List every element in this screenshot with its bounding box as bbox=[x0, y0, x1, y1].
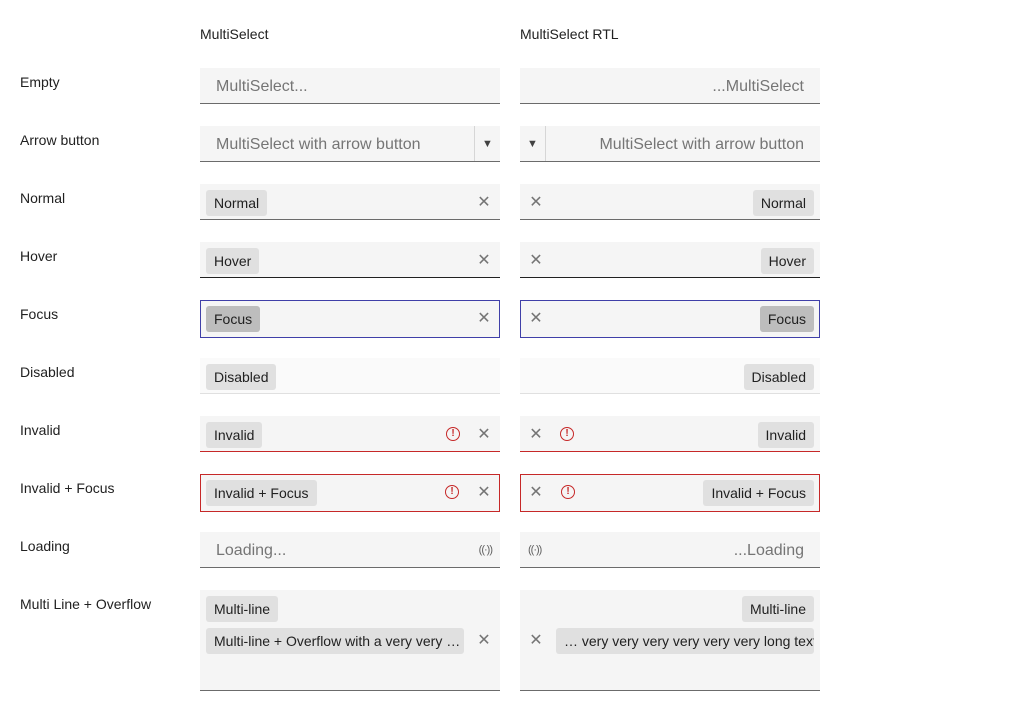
placeholder: MultiSelect... bbox=[216, 78, 308, 95]
chip[interactable]: Invalid + Focus bbox=[206, 480, 317, 506]
clear-icon[interactable]: ✕ bbox=[475, 485, 493, 501]
chip[interactable]: Multi-line + Overflow with a very very … bbox=[206, 628, 464, 654]
chip[interactable]: … very very very very very very long tex… bbox=[556, 628, 814, 654]
placeholder: Loading... bbox=[216, 542, 287, 559]
multiselect-normal-rtl[interactable]: ✕ Normal bbox=[520, 184, 820, 220]
multiselect-arrow-ltr[interactable]: MultiSelect with arrow button ▼ bbox=[200, 126, 500, 162]
column-header-rtl: MultiSelect RTL bbox=[520, 26, 619, 42]
row-label-loading: Loading bbox=[20, 538, 70, 554]
error-icon: ! bbox=[560, 427, 574, 441]
clear-icon[interactable]: ✕ bbox=[527, 633, 545, 649]
clear-icon[interactable]: ✕ bbox=[527, 195, 545, 211]
clear-icon[interactable]: ✕ bbox=[527, 253, 545, 269]
row-label-normal: Normal bbox=[20, 190, 66, 206]
row-label-hover: Hover bbox=[20, 248, 58, 264]
chevron-down-icon[interactable]: ▼ bbox=[520, 126, 546, 161]
clear-icon[interactable]: ✕ bbox=[527, 427, 545, 443]
multiselect-empty-rtl[interactable]: ...MultiSelect bbox=[520, 68, 820, 104]
multiselect-focus-ltr[interactable]: Focus ✕ bbox=[200, 300, 500, 338]
row-label-invalid-focus: Invalid + Focus bbox=[20, 480, 115, 496]
multiselect-focus-rtl[interactable]: ✕ Focus bbox=[520, 300, 820, 338]
multiselect-empty-ltr[interactable]: MultiSelect... bbox=[200, 68, 500, 104]
clear-icon[interactable]: ✕ bbox=[475, 311, 493, 327]
placeholder: MultiSelect with arrow button bbox=[599, 136, 804, 153]
chip: Disabled bbox=[206, 364, 277, 390]
row-label-disabled: Disabled bbox=[20, 364, 75, 380]
row-label-invalid: Invalid bbox=[20, 422, 61, 438]
multiselect-invalid-ltr[interactable]: Invalid ! ✕ bbox=[200, 416, 500, 452]
chip[interactable]: Invalid bbox=[206, 422, 263, 448]
multiselect-invalid-rtl[interactable]: ✕ ! Invalid bbox=[520, 416, 820, 452]
multiselect-hover-ltr[interactable]: Hover ✕ bbox=[200, 242, 500, 278]
row-label-focus: Focus bbox=[20, 306, 59, 322]
chip[interactable]: Multi-line bbox=[206, 596, 279, 622]
chip[interactable]: Focus bbox=[759, 306, 814, 332]
chip[interactable]: Focus bbox=[206, 306, 261, 332]
error-icon: ! bbox=[561, 485, 575, 499]
multiselect-disabled-rtl: Disabled bbox=[520, 358, 820, 394]
multiselect-loading-ltr[interactable]: Loading... ((·)) bbox=[200, 532, 500, 568]
multiselect-multiline-rtl[interactable]: Multi-line ✕ … very very very very very … bbox=[520, 590, 820, 691]
loading-spinner-icon: ((·)) bbox=[478, 544, 493, 556]
chip[interactable]: Hover bbox=[206, 248, 260, 274]
clear-icon[interactable]: ✕ bbox=[475, 195, 493, 211]
clear-icon[interactable]: ✕ bbox=[475, 633, 493, 649]
multiselect-invalid-focus-ltr[interactable]: Invalid + Focus ! ✕ bbox=[200, 474, 500, 512]
multiselect-disabled-ltr: Disabled bbox=[200, 358, 500, 394]
row-label-multiline: Multi Line + Overflow bbox=[20, 596, 152, 612]
chip[interactable]: Multi-line bbox=[741, 596, 814, 622]
chip[interactable]: Normal bbox=[752, 190, 814, 216]
multiselect-hover-rtl[interactable]: ✕ Hover bbox=[520, 242, 820, 278]
chip[interactable]: Invalid + Focus bbox=[703, 480, 814, 506]
placeholder: ...MultiSelect bbox=[712, 78, 804, 95]
loading-spinner-icon: ((·)) bbox=[528, 544, 542, 556]
chip[interactable]: Invalid bbox=[757, 422, 814, 448]
row-label-arrow: Arrow button bbox=[20, 132, 100, 148]
multiselect-loading-rtl[interactable]: ((·)) ...Loading bbox=[520, 532, 820, 568]
column-header-ltr: MultiSelect bbox=[200, 26, 269, 42]
clear-icon[interactable]: ✕ bbox=[475, 427, 493, 443]
multiselect-normal-ltr[interactable]: Normal ✕ bbox=[200, 184, 500, 220]
chevron-down-icon[interactable]: ▼ bbox=[474, 126, 500, 161]
clear-icon[interactable]: ✕ bbox=[527, 485, 545, 501]
clear-icon[interactable]: ✕ bbox=[527, 311, 545, 327]
clear-icon[interactable]: ✕ bbox=[475, 253, 493, 269]
multiselect-multiline-ltr[interactable]: Multi-line Multi-line + Overflow with a … bbox=[200, 590, 500, 691]
chip: Disabled bbox=[743, 364, 814, 390]
multiselect-arrow-rtl[interactable]: ▼ MultiSelect with arrow button bbox=[520, 126, 820, 162]
chip[interactable]: Normal bbox=[206, 190, 268, 216]
chip[interactable]: Hover bbox=[760, 248, 814, 274]
error-icon: ! bbox=[446, 427, 460, 441]
multiselect-invalid-focus-rtl[interactable]: ✕ ! Invalid + Focus bbox=[520, 474, 820, 512]
placeholder: ...Loading bbox=[733, 542, 804, 559]
placeholder: MultiSelect with arrow button bbox=[216, 136, 421, 153]
row-label-empty: Empty bbox=[20, 74, 60, 90]
error-icon: ! bbox=[445, 485, 459, 499]
